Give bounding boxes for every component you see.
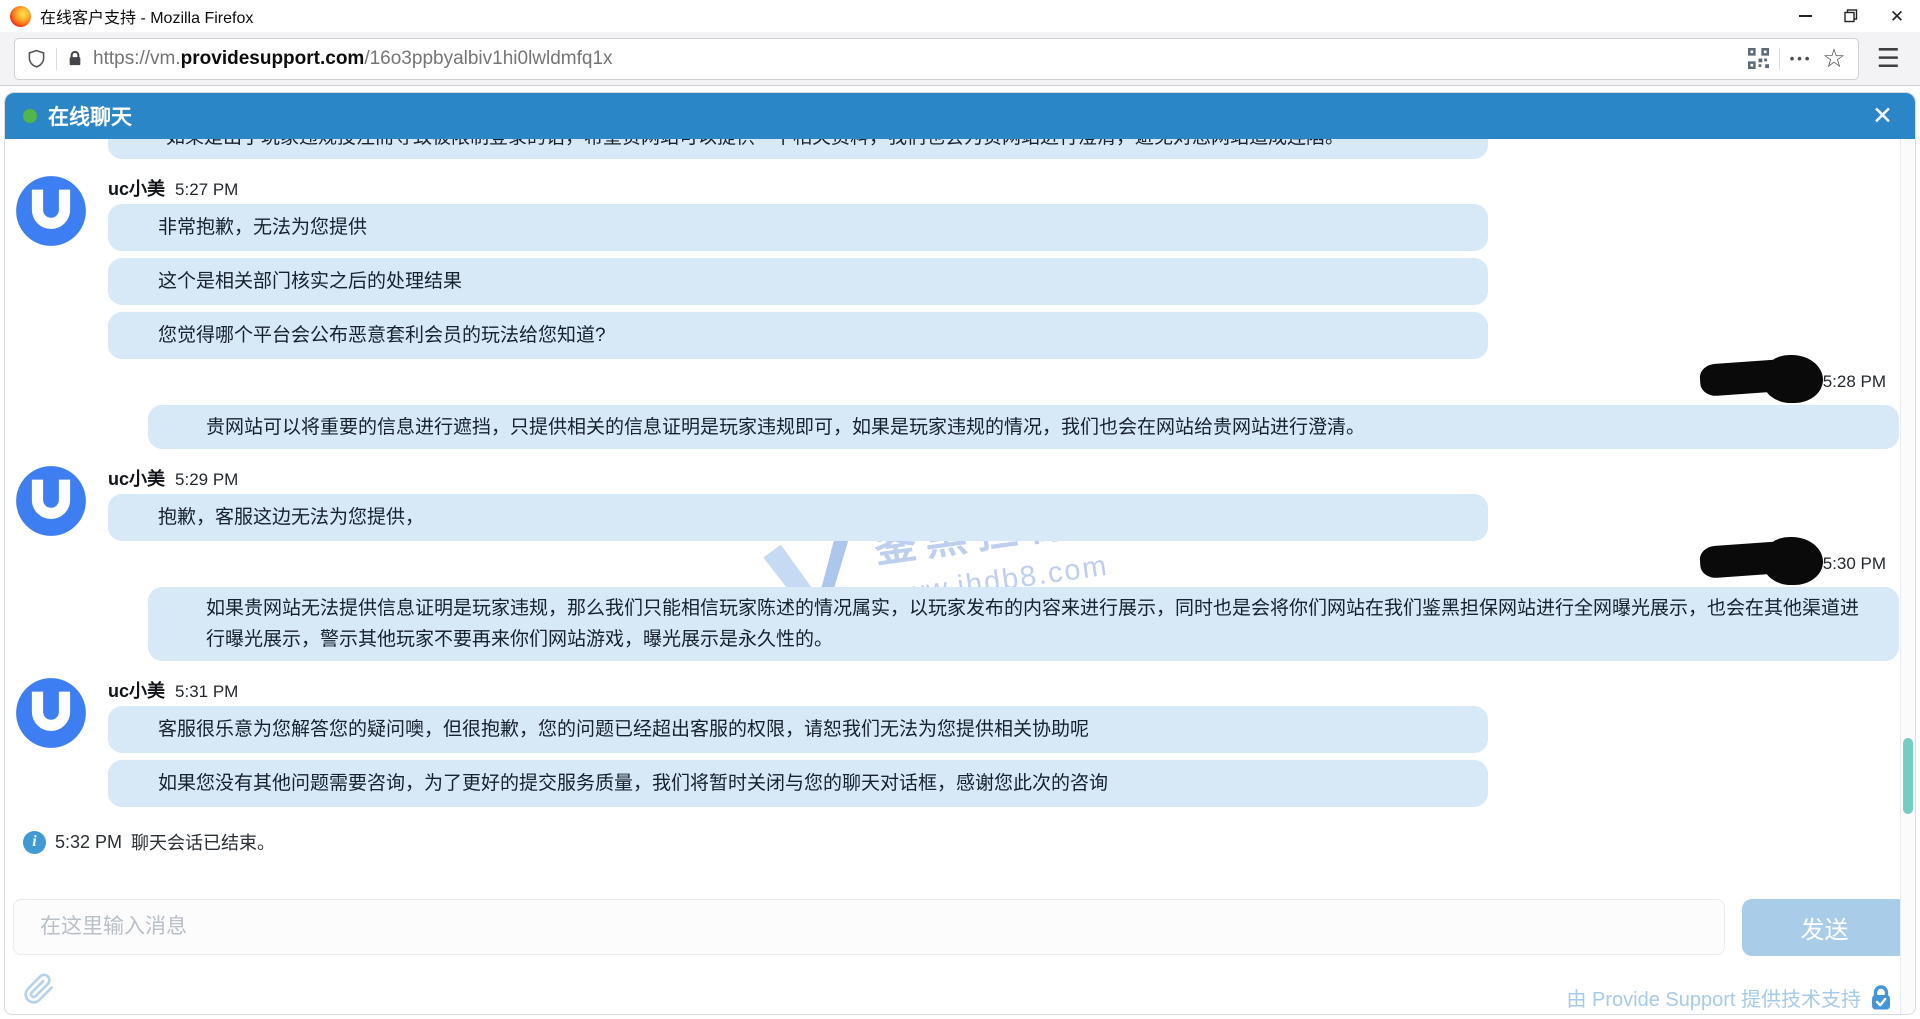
system-text: 聊天会话已结束。 — [131, 829, 275, 855]
window-title: 在线客户支持 - Mozilla Firefox — [40, 4, 253, 28]
agent-avatar — [15, 175, 87, 247]
chat-window: 在线聊天 ✕ 鉴黑担保网 www.jhdb8.com 如果是出于玩家违规投注而导… — [4, 92, 1916, 1015]
page-actions-icon[interactable]: ••• — [1790, 51, 1813, 66]
tracking-shield-icon[interactable] — [27, 48, 46, 69]
bookmark-star-icon[interactable]: ☆ — [1822, 43, 1845, 74]
chat-message-area[interactable]: 鉴黑担保网 www.jhdb8.com 如果是出于玩家违规投注而导致被限制登录的… — [5, 139, 1900, 890]
message-bubble: 如果贵网站无法提供信息证明是玩家违规，那么我们只能相信玩家陈述的情况属实，以玩家… — [148, 587, 1899, 661]
menu-hamburger-icon[interactable]: ☰ — [1871, 43, 1906, 74]
attach-file-button[interactable] — [23, 971, 55, 1010]
message-time: 5:30 PM — [1823, 554, 1886, 574]
restore-icon — [1844, 9, 1858, 23]
agent-avatar — [15, 677, 87, 749]
message-input[interactable] — [13, 899, 1725, 955]
browser-titlebar: 在线客户支持 - Mozilla Firefox ✕ — [0, 0, 1920, 32]
message-bubble: 贵网站可以将重要的信息进行遮挡，只提供相关的信息证明是玩家违规即可，如果是玩家违… — [148, 405, 1899, 449]
minimize-icon — [1799, 15, 1812, 17]
secure-lock-icon — [1869, 984, 1893, 1011]
agent-name: uc小美 — [108, 677, 165, 703]
agent-message-group: uc小美 5:27 PM 非常抱歉，无法为您提供 这个是相关部门核实之后的处理结… — [5, 175, 1900, 359]
send-button[interactable]: 发送 — [1742, 899, 1907, 956]
agent-name: uc小美 — [108, 465, 165, 491]
system-time: 5:32 PM — [55, 832, 122, 853]
info-icon: i — [23, 831, 46, 854]
restore-button[interactable] — [1828, 0, 1874, 32]
message-bubble: 客服很乐意为您解答您的疑问噢，但很抱歉，您的问题已经超出客服的权限，请恕我们无法… — [108, 706, 1488, 753]
powered-by-footer[interactable]: 由 Provide Support 提供技术支持 — [1566, 983, 1893, 1012]
visitor-name-redacted: dingbaogan — [1710, 372, 1807, 392]
chat-header: 在线聊天 ✕ — [5, 93, 1915, 139]
visitor-message-group: dingbaogan 5:28 PM 贵网站可以将重要的信息进行遮挡，只提供相关… — [5, 361, 1900, 449]
message-bubble: 如果您没有其他问题需要咨询，为了更好的提交服务质量，我们将暂时关闭与您的聊天对话… — [108, 760, 1488, 807]
message-bubble: 您觉得哪个平台会公布恶意套利会员的玩法给您知道? — [108, 312, 1488, 359]
scrollbar-thumb[interactable] — [1903, 738, 1913, 814]
url-scheme: https://vm. — [93, 48, 181, 69]
redaction-scribble — [1763, 537, 1823, 585]
agent-message-group: uc小美 5:31 PM 客服很乐意为您解答您的疑问噢，但很抱歉，您的问题已经超… — [5, 677, 1900, 807]
close-icon: ✕ — [1890, 8, 1904, 25]
agent-message-group: uc小美 5:29 PM 抱歉，客服这边无法为您提供， — [5, 465, 1900, 541]
browser-toolbar: https://vm.providesupport.com/16o3ppbyal… — [0, 32, 1920, 86]
message-bubble: 非常抱歉，无法为您提供 — [108, 204, 1488, 251]
message-time: 5:28 PM — [1823, 372, 1886, 392]
message-time: 5:27 PM — [175, 180, 238, 200]
chat-scrollbar[interactable] — [1900, 139, 1915, 1014]
lock-icon[interactable] — [67, 49, 83, 68]
minimize-button[interactable] — [1782, 0, 1828, 32]
paperclip-icon — [23, 971, 55, 1007]
chat-title: 在线聊天 — [48, 101, 132, 131]
visitor-message-group: dingbaogan 5:30 PM 如果贵网站无法提供信息证明是玩家违规，那么… — [5, 543, 1900, 661]
system-message-row: i 5:32 PM 聊天会话已结束。 — [5, 829, 1900, 855]
partial-message-bubble: 如果是出于玩家违规投注而导致被限制登录的话，希望贵网站可以提供一下相关资料，我们… — [108, 139, 1488, 159]
message-bubble: 这个是相关部门核实之后的处理结果 — [108, 258, 1488, 305]
message-bubble: 抱歉，客服这边无法为您提供， — [108, 494, 1488, 541]
redaction-scribble — [1763, 355, 1823, 403]
visitor-name-redacted: dingbaogan — [1710, 554, 1807, 574]
powered-by-text: 由 Provide Support 提供技术支持 — [1566, 983, 1861, 1012]
message-time: 5:31 PM — [175, 682, 238, 702]
firefox-icon — [10, 6, 31, 27]
url-path: /16o3ppbyalbiv1hi0lwldmfq1x — [364, 48, 612, 69]
close-window-button[interactable]: ✕ — [1874, 0, 1920, 32]
agent-avatar — [15, 465, 87, 537]
message-time: 5:29 PM — [175, 470, 238, 490]
urlbar-separator — [1779, 48, 1780, 70]
url-text[interactable]: https://vm.providesupport.com/16o3ppbyal… — [93, 48, 1738, 70]
qr-code-icon[interactable] — [1748, 48, 1769, 69]
agent-name: uc小美 — [108, 175, 165, 201]
url-domain: providesupport.com — [181, 48, 365, 69]
online-status-dot — [23, 109, 37, 123]
url-bar[interactable]: https://vm.providesupport.com/16o3ppbyal… — [14, 38, 1859, 80]
urlbar-separator — [56, 48, 57, 70]
chat-close-button[interactable]: ✕ — [1872, 104, 1893, 129]
